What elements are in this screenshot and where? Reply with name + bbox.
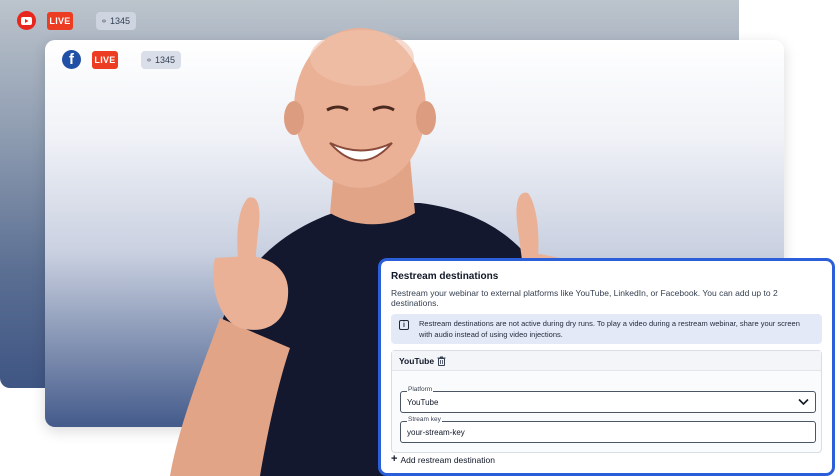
live-badge: LIVE xyxy=(92,51,118,69)
add-destination-button[interactable]: + Add restream destination xyxy=(391,454,495,465)
info-banner: i Restream destinations are not active d… xyxy=(391,314,822,344)
trash-icon[interactable] xyxy=(437,356,446,366)
plus-icon: + xyxy=(391,453,398,465)
destination-name: YouTube xyxy=(399,355,435,366)
platform-label: Platform xyxy=(407,386,434,394)
panel-title: Restream destinations xyxy=(391,271,499,282)
info-icon: i xyxy=(399,320,409,330)
destination-card: YouTube Platform YouTube Stream key your… xyxy=(391,350,822,453)
info-text: Restream destinations are not active dur… xyxy=(419,319,800,339)
platform-value: YouTube xyxy=(407,397,439,407)
stream-key-label: Stream key xyxy=(407,416,442,424)
chevron-down-icon xyxy=(798,398,809,406)
destination-header: YouTube xyxy=(392,351,821,371)
facebook-glyph: f xyxy=(69,51,74,68)
youtube-icon xyxy=(17,11,36,30)
restream-destinations-panel: Restream destinations Restream your webi… xyxy=(378,258,835,476)
add-destination-label: Add restream destination xyxy=(400,454,495,465)
stream-key-input[interactable]: Stream key your-stream-key xyxy=(400,416,816,443)
panel-description: Restream your webinar to external platfo… xyxy=(391,288,778,308)
stream-key-value: your-stream-key xyxy=(407,427,465,437)
live-badge: LIVE xyxy=(47,12,73,30)
facebook-icon: f xyxy=(62,50,81,69)
platform-select[interactable]: Platform YouTube xyxy=(400,386,816,413)
eye-icon xyxy=(102,19,106,23)
